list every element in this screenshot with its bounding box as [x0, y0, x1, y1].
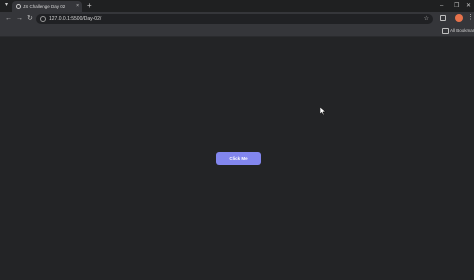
folder-icon	[442, 28, 449, 34]
reload-button[interactable]: ↻	[27, 14, 33, 24]
address-bar[interactable]: 127.0.0.1:5500/Day-02/ ☆	[36, 14, 433, 24]
tab-close-button[interactable]: ×	[76, 3, 79, 10]
tab-menu-icon[interactable]: ▾	[3, 2, 10, 9]
page-content: Click Me	[0, 37, 474, 280]
kebab-menu-icon[interactable]: ⋮	[467, 13, 474, 23]
cursor-icon	[320, 107, 326, 115]
all-bookmarks-link[interactable]: All Bookmarks	[450, 27, 474, 35]
tab-title: JS Challenge Day 02	[23, 4, 66, 9]
star-icon[interactable]: ☆	[424, 14, 429, 24]
maximize-button[interactable]: ❐	[454, 1, 459, 11]
new-tab-button[interactable]: +	[87, 1, 92, 11]
back-button[interactable]: ←	[5, 14, 12, 24]
bookmarks-bar: All Bookmarks	[0, 26, 474, 37]
browser-toolbar: ← → ↻ 127.0.0.1:5500/Day-02/ ☆ ⋮	[0, 12, 474, 26]
profile-avatar-icon[interactable]	[455, 14, 463, 22]
forward-button[interactable]: →	[16, 14, 23, 24]
address-url[interactable]: 127.0.0.1:5500/Day-02/	[49, 15, 101, 23]
globe-icon	[16, 4, 21, 9]
extensions-icon[interactable]	[440, 15, 446, 21]
site-info-icon[interactable]	[40, 16, 46, 22]
click-me-button[interactable]: Click Me	[216, 152, 261, 165]
window-close-button[interactable]: ✕	[466, 1, 471, 11]
browser-window: ▾ JS Challenge Day 02 × + – ❐ ✕ ← → ↻ 12…	[0, 0, 474, 280]
minimize-button[interactable]: –	[440, 1, 443, 11]
tab-strip: ▾ JS Challenge Day 02 × + – ❐ ✕	[0, 0, 474, 12]
tab-active[interactable]: JS Challenge Day 02 ×	[12, 1, 82, 12]
